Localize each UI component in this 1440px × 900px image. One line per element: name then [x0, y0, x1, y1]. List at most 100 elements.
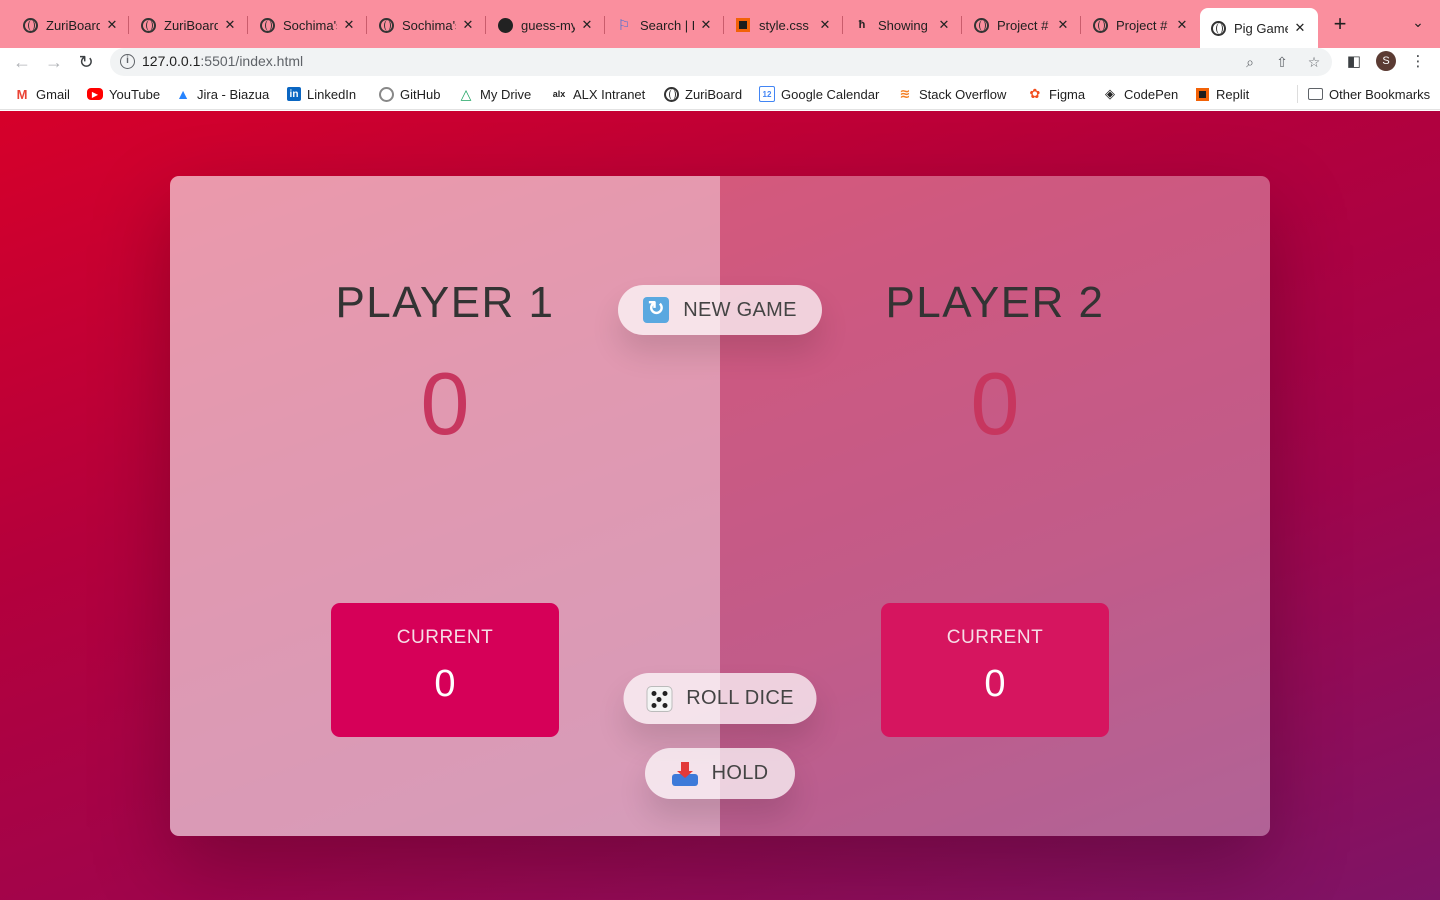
gmail-icon: M: [16, 86, 28, 102]
bookmark-label: ZuriBoard: [685, 86, 743, 102]
player-1-panel: PLAYER 1 0 CURRENT 0: [170, 176, 720, 836]
bookmark-label: Google Calendar: [781, 86, 880, 102]
github-icon: [378, 86, 394, 102]
tab-title: Search | F: [640, 17, 694, 33]
close-icon[interactable]: ✕: [341, 17, 357, 33]
close-icon[interactable]: ✕: [460, 17, 476, 33]
browser-tab-active[interactable]: Pig Game ✕: [1200, 8, 1318, 48]
bookmark-label: Replit: [1216, 86, 1250, 102]
player-2-current-box: CURRENT 0: [881, 603, 1109, 737]
browser-tab[interactable]: Sochima's ✕: [249, 8, 367, 42]
tab-title: Project #: [997, 17, 1049, 33]
player-1-current-score: 0: [434, 663, 456, 705]
url-text[interactable]: 127.0.0.1:5501/index.html: [142, 53, 303, 69]
browser-tab[interactable]: ZuriBoard ✕: [12, 8, 130, 42]
bookmark-label: Stack Overflow: [919, 86, 1007, 102]
bookmark-stackoverflow[interactable]: ≋ Stack Overflow: [897, 85, 1007, 103]
bookmark-replit[interactable]: Replit: [1194, 85, 1249, 103]
browser-tab[interactable]: Project # ✕: [1082, 8, 1200, 42]
drive-icon: △: [460, 85, 472, 102]
bookmark-label: CodePen: [1124, 86, 1179, 102]
player-2-panel: PLAYER 2 0 CURRENT 0: [720, 176, 1270, 836]
hold-label: HOLD: [711, 762, 769, 784]
browser-tab[interactable]: Project # ✕: [963, 8, 1081, 42]
dice-icon: [646, 685, 673, 712]
tab-title: Showing: [878, 17, 928, 33]
flag-icon: ⚐: [617, 16, 631, 33]
refresh-icon: [643, 296, 670, 323]
bookmark-label: My Drive: [480, 86, 532, 102]
tab-title: Sochima's: [283, 17, 337, 33]
codepen-icon: ◈: [1105, 86, 1115, 101]
youtube-icon: ▶: [87, 88, 103, 100]
address-bar[interactable]: i 127.0.0.1:5501/index.html ⌕ ⇧ ☆: [110, 48, 1332, 76]
bookmark-label: Figma: [1049, 86, 1086, 102]
bookmarks-divider: [1297, 85, 1298, 103]
hold-button[interactable]: HOLD: [645, 748, 795, 799]
globe-icon: [378, 17, 394, 33]
close-icon[interactable]: ✕: [222, 17, 238, 33]
globe-icon: [973, 17, 989, 33]
replit-icon: [735, 17, 751, 33]
avatar[interactable]: S: [1376, 51, 1396, 71]
globe-icon: [259, 17, 275, 33]
browser-tab[interactable]: ħ Showing ✕: [844, 8, 962, 42]
tab-title: ZuriBoard: [46, 17, 100, 33]
browser-tab[interactable]: guess-my ✕: [487, 8, 605, 42]
close-icon[interactable]: ✕: [698, 17, 714, 33]
tab-title: Project #: [1116, 17, 1168, 33]
forward-icon[interactable]: →: [42, 50, 66, 74]
bookmark-youtube[interactable]: ▶ YouTube: [87, 85, 160, 103]
url-path: :5501/index.html: [200, 53, 304, 69]
bookmarks-bar: M Gmail ▶ YouTube ▲ Jira - Biazua in Lin…: [0, 78, 1440, 110]
close-icon[interactable]: ✕: [1174, 17, 1190, 33]
player-1-current-label: CURRENT: [396, 627, 494, 648]
roll-dice-button[interactable]: ROLL DICE: [623, 673, 817, 724]
menu-icon[interactable]: ⋮: [1407, 51, 1429, 73]
browser-tab[interactable]: ⚐ Search | F ✕: [606, 8, 724, 42]
netlify-icon: ħ: [858, 19, 866, 31]
share-icon[interactable]: ⇧: [1272, 52, 1292, 72]
alx-icon: alx: [552, 89, 566, 99]
browser-tab[interactable]: style.css ✕: [725, 8, 843, 42]
close-icon[interactable]: ✕: [104, 17, 120, 33]
new-game-button[interactable]: NEW GAME: [618, 285, 822, 335]
tab-title: guess-my: [521, 17, 575, 33]
bookmark-gmail[interactable]: M Gmail: [14, 85, 70, 103]
folder-icon: [1308, 88, 1323, 100]
bookmark-github[interactable]: GitHub: [378, 85, 440, 103]
back-icon[interactable]: ←: [10, 50, 34, 74]
replit-icon: [1194, 86, 1210, 102]
reload-icon[interactable]: ↻: [74, 50, 98, 74]
bookmark-zuriboard[interactable]: ZuriBoard: [663, 85, 742, 103]
new-game-label: NEW GAME: [683, 298, 797, 321]
close-icon[interactable]: ✕: [1292, 20, 1308, 36]
bookmark-calendar[interactable]: 12 Google Calendar: [759, 85, 879, 103]
bookmark-jira[interactable]: ▲ Jira - Biazua: [175, 85, 269, 103]
bookmark-codepen[interactable]: ◈ CodePen: [1102, 85, 1178, 103]
close-icon[interactable]: ✕: [1055, 17, 1071, 33]
side-panel-icon[interactable]: ◧: [1343, 51, 1365, 73]
browser-tab[interactable]: ZuriBoard ✕: [130, 8, 248, 42]
calendar-icon: 12: [759, 86, 775, 102]
info-icon[interactable]: i: [120, 54, 135, 69]
bookmark-label: Jira - Biazua: [197, 86, 270, 102]
bookmark-drive[interactable]: △ My Drive: [458, 85, 532, 103]
github-icon: [497, 17, 513, 33]
other-bookmarks[interactable]: Other Bookmarks: [1308, 85, 1430, 103]
bookmark-label: Gmail: [36, 86, 70, 102]
bookmark-figma[interactable]: ✿ Figma: [1027, 85, 1086, 103]
chevron-down-icon[interactable]: ⌄: [1408, 14, 1428, 31]
close-icon[interactable]: ✕: [817, 17, 833, 33]
close-icon[interactable]: ✕: [579, 17, 595, 33]
star-icon[interactable]: ☆: [1304, 52, 1324, 72]
inbox-icon: [671, 761, 698, 786]
zoom-icon[interactable]: ⌕: [1240, 52, 1260, 72]
close-icon[interactable]: ✕: [936, 17, 952, 33]
bookmark-linkedin[interactable]: in LinkedIn: [287, 85, 356, 103]
bookmark-alx[interactable]: alx ALX Intranet: [551, 85, 646, 103]
other-bookmarks-label: Other Bookmarks: [1329, 86, 1431, 102]
browser-tab[interactable]: Sochima's ✕: [368, 8, 486, 42]
bookmark-label: ALX Intranet: [573, 86, 646, 102]
new-tab-button[interactable]: +: [1328, 12, 1352, 36]
